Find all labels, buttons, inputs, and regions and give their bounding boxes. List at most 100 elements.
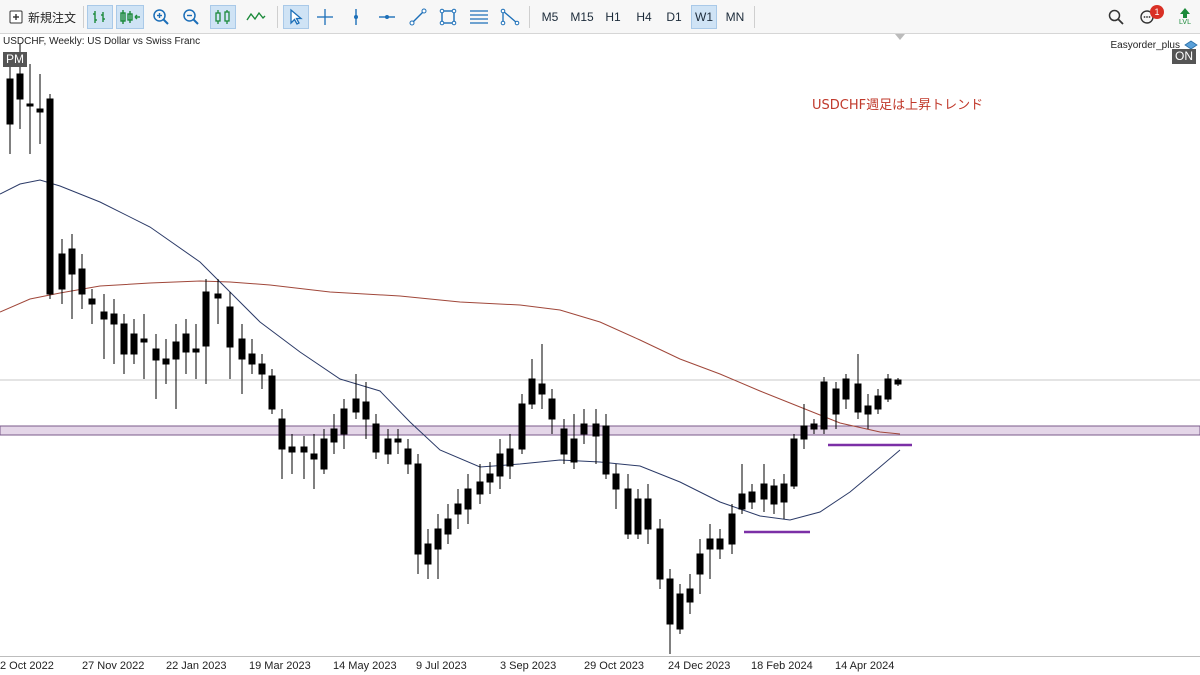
bearish-candle-body (854, 383, 862, 413)
bearish-candle-body (384, 438, 392, 455)
timeframe-m5-button[interactable]: M5 (537, 5, 563, 29)
toolbar: 新規注文 M5 M15 H1 H4 D1 W1 MN 1 LVL (0, 0, 1200, 34)
candle (748, 484, 756, 509)
candle (414, 454, 422, 574)
bearish-candle-body (238, 338, 246, 360)
bearish-candle-body (560, 428, 568, 455)
cursor-button[interactable] (283, 5, 309, 29)
bearish-candle-body (46, 98, 54, 295)
candle (634, 489, 642, 539)
bearish-candle-body (538, 383, 546, 395)
bar-chart-button[interactable] (87, 5, 113, 29)
bearish-candle-body (100, 311, 108, 320)
bearish-candle-body (800, 425, 808, 440)
bearish-candle-body (214, 293, 222, 299)
candle (476, 464, 484, 504)
crosshair-button[interactable] (314, 5, 336, 29)
search-button[interactable] (1105, 5, 1127, 29)
line-chart-icon (246, 11, 266, 21)
timeframe-h4-button[interactable]: H4 (631, 5, 657, 29)
symbol-title: USDCHF, Weekly: US Dollar vs Swiss Franc (3, 36, 201, 47)
cursor-icon (290, 8, 303, 25)
chart-shift-marker[interactable] (895, 34, 905, 40)
shapes-button[interactable] (498, 5, 522, 29)
search-icon (1108, 9, 1124, 25)
bearish-candle-body (820, 381, 828, 430)
candle (310, 434, 318, 489)
bearish-candle-body (790, 438, 798, 487)
candle (78, 254, 86, 309)
candle (528, 359, 536, 409)
algo-on-tag: ON (1172, 49, 1196, 64)
candle (864, 394, 872, 429)
candlestick-button[interactable] (210, 5, 236, 29)
date-label: 3 Sep 2023 (500, 660, 557, 672)
bearish-candle-body (58, 253, 66, 290)
bearish-candle-body (340, 408, 348, 435)
line-chart-button[interactable] (243, 5, 269, 29)
zoom-out-button[interactable] (180, 5, 202, 29)
candle (300, 436, 308, 479)
candle (58, 239, 66, 304)
timeframe-m15-button[interactable]: M15 (567, 5, 597, 29)
bearish-candle-body (26, 103, 34, 107)
new-order-icon (9, 10, 23, 24)
rectangle-button[interactable] (437, 5, 459, 29)
timeframe-mn-button[interactable]: MN (721, 5, 749, 29)
zoom-out-icon (183, 9, 199, 25)
trendline-icon (409, 8, 427, 26)
bearish-candle-body (110, 313, 118, 325)
bearish-candle-body (738, 493, 746, 510)
bearish-candle-body (706, 538, 714, 550)
bearish-candle-body (884, 378, 892, 400)
candle (238, 324, 246, 394)
horizontal-line-button[interactable] (376, 5, 398, 29)
candle (854, 354, 862, 419)
candle (110, 299, 118, 364)
zoom-in-button[interactable] (150, 5, 172, 29)
candle (172, 324, 180, 409)
candle (214, 279, 222, 324)
bearish-candle-body (686, 588, 694, 603)
candle (140, 314, 148, 379)
bearish-candle-body (36, 108, 44, 113)
candle (258, 354, 266, 389)
timeframe-d1-button[interactable]: D1 (661, 5, 687, 29)
trendline-button[interactable] (407, 5, 429, 29)
candle (580, 409, 588, 444)
price-chart[interactable] (0, 34, 1200, 656)
candle (152, 334, 160, 399)
bearish-candle-body (602, 425, 610, 475)
bearish-candle-body (656, 528, 664, 580)
bearish-candle-body (68, 248, 76, 275)
bearish-candle-body (580, 423, 588, 435)
bearish-candle-body (748, 491, 756, 503)
resistance-zone[interactable] (0, 425, 1200, 436)
bearish-candle-body (548, 398, 556, 420)
bearish-candle-body (140, 338, 148, 343)
bearish-candle-body (352, 398, 360, 413)
signal-button[interactable]: LVL (1174, 5, 1196, 29)
candle (202, 279, 210, 384)
chart-shift-button[interactable] (116, 5, 144, 29)
bearish-candle-body (182, 333, 190, 353)
fibonacci-button[interactable] (467, 5, 491, 29)
bearish-candle-body (444, 518, 452, 535)
timeframe-h1-button[interactable]: H1 (601, 5, 625, 29)
timeframe-w1-button[interactable]: W1 (691, 5, 717, 29)
candle (506, 434, 514, 479)
new-order-button[interactable]: 新規注文 (8, 5, 82, 29)
bearish-candle-body (612, 473, 620, 490)
horizontal-line-icon (379, 15, 395, 19)
bearish-candle-body (434, 528, 442, 550)
candle (130, 319, 138, 364)
candlestick-series (6, 44, 902, 654)
bearish-candle-body (120, 323, 128, 355)
vertical-line-button[interactable] (345, 5, 367, 29)
candle (248, 339, 256, 374)
candle (496, 439, 504, 489)
bearish-candle-body (696, 553, 704, 575)
chart-annotation[interactable]: USDCHF週足は上昇トレンド (812, 94, 983, 113)
bearish-candle-body (894, 379, 902, 385)
date-label: 9 Jul 2023 (416, 660, 467, 672)
